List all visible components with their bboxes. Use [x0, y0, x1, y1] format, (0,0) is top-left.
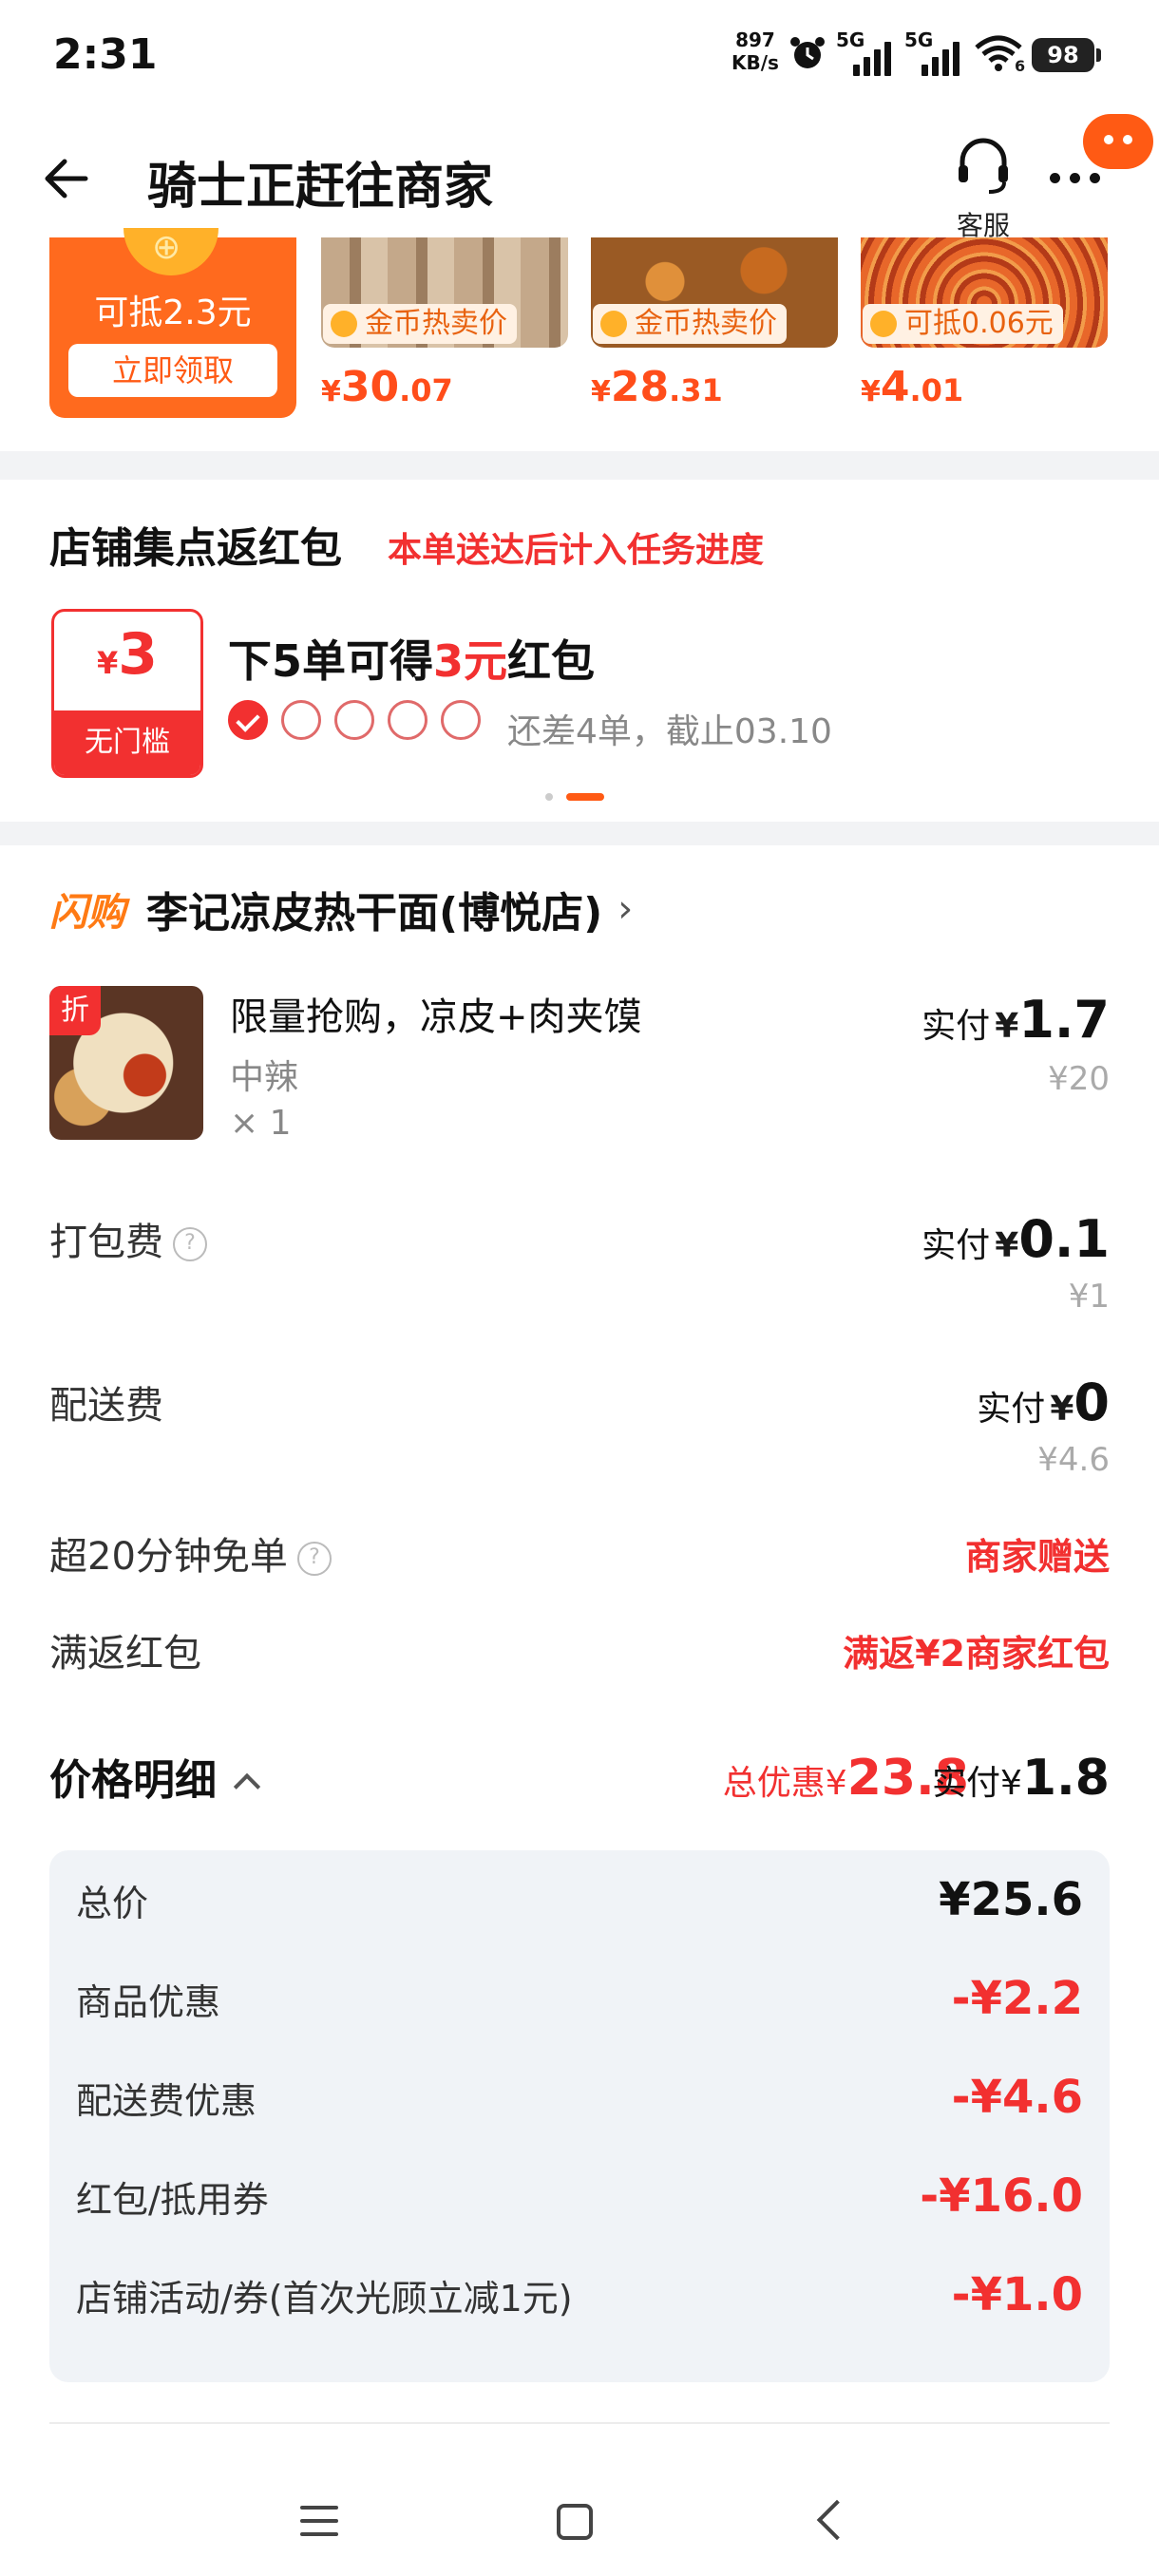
- points-goal: 下5单可得3元红包: [228, 635, 596, 687]
- discount-badge: 折: [49, 986, 101, 1035]
- help-icon[interactable]: ?: [296, 1542, 332, 1576]
- battery-indicator: 98: [1032, 38, 1101, 72]
- price-detail-toggle[interactable]: 价格明细: [49, 1746, 261, 1807]
- redeem-amount: 可抵2.3元: [94, 294, 252, 332]
- product-price: ¥4.01: [861, 363, 964, 411]
- item-original-price: ¥20: [1048, 1060, 1110, 1098]
- progress-dot: [388, 700, 428, 740]
- red-packet-ticket: ¥3 无门槛: [51, 609, 203, 778]
- status-time: 2:31: [53, 30, 158, 79]
- product-tag: 金币热卖价: [323, 304, 517, 344]
- price-row-delivery-discount: 配送费优惠 -¥4.6: [76, 2071, 1083, 2124]
- net-speed: 897 KB/s: [732, 28, 779, 74]
- progress-dot: [441, 700, 481, 740]
- chevron-up-icon: [233, 1772, 261, 1801]
- delivery-pay: 实付 ¥0: [977, 1373, 1110, 1432]
- signal-1-bars: [853, 40, 891, 76]
- home-icon[interactable]: [557, 2504, 593, 2540]
- customer-service-button[interactable]: 客服: [936, 133, 1031, 241]
- status-bar: 2:31 897 KB/s 5G 5G 6 98: [0, 0, 1159, 114]
- menu-icon[interactable]: [300, 2506, 338, 2546]
- product-price: ¥28.31: [591, 363, 723, 411]
- ticket-label: 无门槛: [54, 710, 200, 775]
- shop-header[interactable]: 闪购 李记凉皮热干面(博悦店) ›: [49, 879, 633, 939]
- delivery-fee-label: 配送费: [49, 1384, 163, 1428]
- item-pay: 实付 ¥1.7: [922, 990, 1110, 1050]
- packing-pay: 实付 ¥0.1: [922, 1209, 1110, 1269]
- coin-icon: [124, 228, 218, 275]
- signal-strength-1: 5G: [836, 28, 897, 76]
- carousel-pager: [545, 793, 604, 801]
- system-nav-bar: [0, 2422, 1159, 2576]
- delivery-original: ¥4.6: [1037, 1441, 1110, 1479]
- alarm-icon: [790, 37, 825, 68]
- wifi-indicator: 6: [973, 34, 1026, 75]
- item-name: 限量抢购，凉皮+肉夹馍: [230, 995, 642, 1039]
- chat-bubble-icon[interactable]: [1083, 114, 1153, 169]
- pager-dot-active: [566, 793, 604, 801]
- late-free-value: 商家赠送: [964, 1536, 1110, 1578]
- help-icon[interactable]: ?: [173, 1227, 207, 1261]
- progress-dot: [334, 700, 374, 740]
- price-row-total: 总价 ¥25.6: [76, 1873, 1083, 1926]
- price-detail-box: 总价 ¥25.6 商品优惠 -¥2.2 配送费优惠 -¥4.6 红包/抵用券 -¥16.…: [49, 1850, 1110, 2382]
- net-speed-unit: KB/s: [732, 51, 779, 74]
- points-title: 店铺集点返红包: [49, 524, 342, 573]
- page-title: 骑士正赶往商家: [147, 159, 494, 216]
- item-spec: 中辣: [230, 1058, 299, 1097]
- price-row-coupon: 红包/抵用券 -¥16.0: [76, 2169, 1083, 2223]
- redeem-coupon-card[interactable]: 可抵2.3元 立即领取: [49, 228, 296, 418]
- redeem-button[interactable]: 立即领取: [68, 344, 277, 397]
- price-row-item-discount: 商品优惠 -¥2.2: [76, 1972, 1083, 2025]
- product-price: ¥30.07: [321, 363, 453, 411]
- points-remaining: 还差4单，截止03.10: [507, 712, 832, 751]
- ticket-amount: ¥3: [96, 621, 158, 688]
- progress-dots: [228, 700, 481, 740]
- signal-2-bars: [922, 40, 960, 76]
- pager-dot: [545, 793, 553, 801]
- headset-icon: [959, 138, 1008, 194]
- item-image[interactable]: 折: [49, 986, 203, 1140]
- shop-points-card: 店铺集点返红包 本单送达后计入任务进度 ¥3 无门槛 下5单可得3元红包 还差4…: [0, 480, 1159, 822]
- net-speed-value: 897: [735, 28, 775, 51]
- order-details: 闪购 李记凉皮热干面(博悦店) › 折 限量抢购，凉皮+肉夹馍 中辣 × 1 实…: [0, 845, 1159, 2422]
- flash-label: 闪购: [49, 891, 125, 935]
- item-quantity: × 1: [230, 1104, 292, 1143]
- back-icon[interactable]: [816, 2499, 858, 2541]
- chevron-right-icon: ›: [618, 887, 634, 931]
- more-icon[interactable]: [1050, 173, 1100, 183]
- packing-fee-row: 打包费?: [49, 1211, 207, 1266]
- cashback-label: 满返红包: [49, 1632, 201, 1676]
- coupon-strip: 可抵2.3元 立即领取 金币热卖价 ¥30.07 金币热卖价 ¥28.31 可抵…: [0, 228, 1159, 451]
- product-tag: 金币热卖价: [593, 304, 787, 344]
- signal-strength-2: 5G: [904, 28, 965, 76]
- points-subtitle: 本单送达后计入任务进度: [388, 531, 765, 570]
- price-row-shop-activity: 店铺活动/券(首次光顾立减1元) -¥1.0: [76, 2268, 1083, 2321]
- wifi-badge: 6: [1015, 57, 1026, 75]
- total-pay: 实付¥1.8: [931, 1750, 1110, 1807]
- packing-original: ¥1: [1068, 1278, 1110, 1316]
- product-tag: 可抵0.06元: [863, 304, 1063, 344]
- product-card-2[interactable]: 金币热卖价 ¥28.31: [591, 237, 838, 451]
- divider: [49, 2422, 1110, 2424]
- product-card-3[interactable]: 可抵0.06元 ¥4.01: [861, 237, 1108, 451]
- top-header: 骑士正赶往商家 客服: [0, 114, 1159, 241]
- shop-name: 李记凉皮热干面(博悦店): [146, 889, 603, 938]
- cashback-value: 满返¥2商家红包: [843, 1633, 1110, 1675]
- back-arrow-icon[interactable]: [38, 150, 95, 207]
- late-free-row: 超20分钟免单?: [49, 1525, 332, 1581]
- progress-dot-check-icon: [228, 700, 268, 740]
- progress-dot: [281, 700, 321, 740]
- product-card-1[interactable]: 金币热卖价 ¥30.07: [321, 237, 568, 451]
